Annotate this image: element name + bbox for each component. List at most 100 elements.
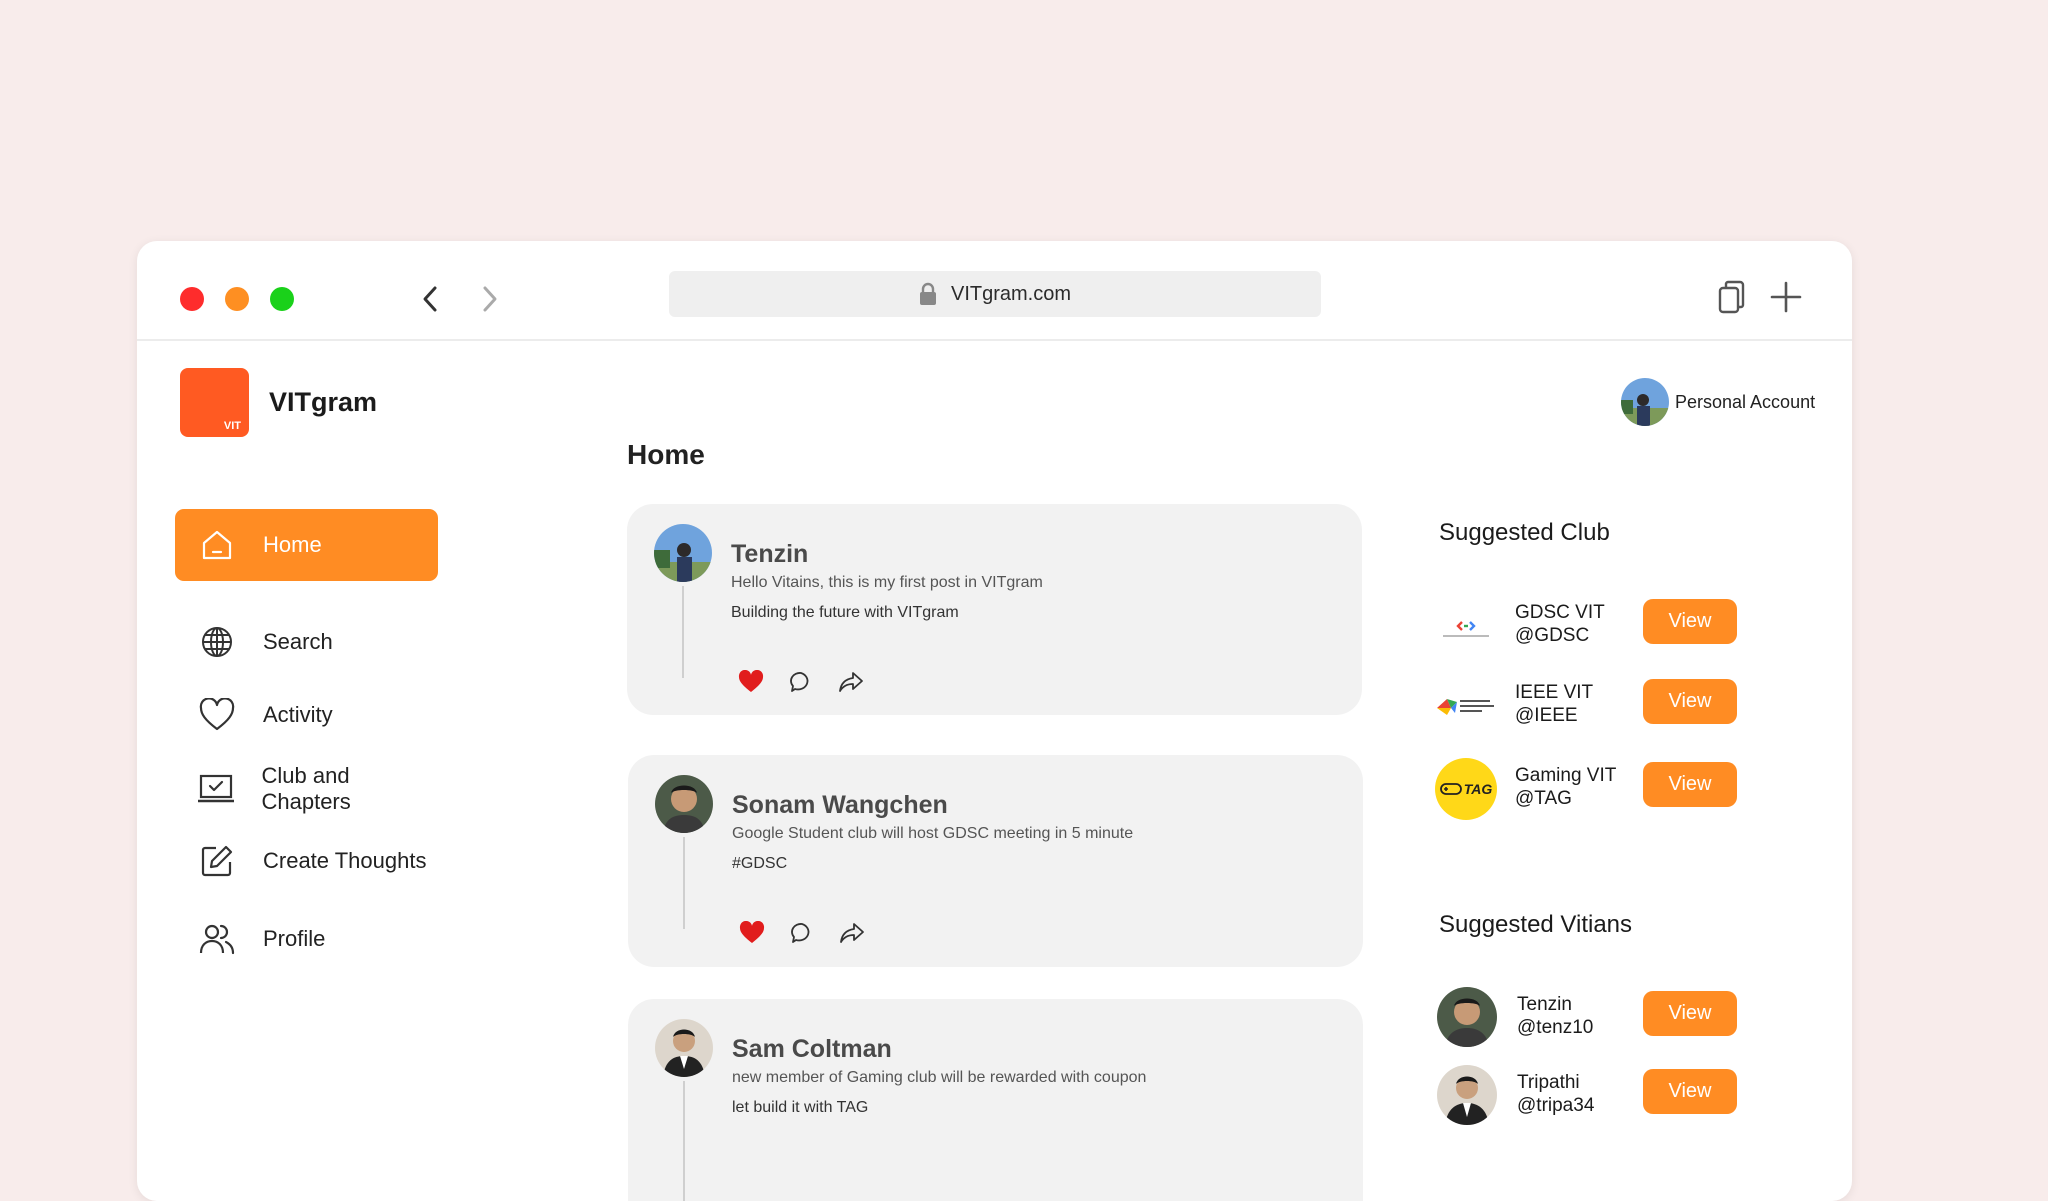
sidebar-item-search[interactable]: Search — [175, 606, 438, 678]
suggested-vitian-item: Tripathi @tripa34 View — [1437, 1065, 1737, 1125]
club-handle: @TAG — [1515, 788, 1572, 809]
post-text: Hello Vitains, this is my first post in … — [731, 574, 1043, 591]
post-text: Google Student club will host GDSC meeti… — [732, 825, 1134, 842]
comment-button[interactable] — [787, 668, 815, 696]
avatar — [1437, 987, 1497, 1047]
avatar — [1621, 378, 1669, 426]
like-button[interactable] — [737, 668, 765, 696]
club-name: IEEE VIT — [1515, 682, 1594, 703]
avatar[interactable] — [655, 775, 713, 833]
sidebar-item-club-and-chapters[interactable]: Club and Chapters — [175, 753, 438, 825]
chevron-right-icon — [483, 286, 497, 312]
post-author[interactable]: Sonam Wangchen — [732, 791, 948, 820]
heart-filled-icon — [739, 921, 765, 943]
edit-icon — [197, 841, 237, 881]
sidebar-item-label: Home — [263, 532, 322, 557]
suggested-club-item: GDSC VIT @GDSC View — [1435, 595, 1737, 651]
thread-line — [683, 1081, 685, 1201]
forward-button[interactable] — [470, 279, 510, 319]
brand-name: VITgram — [269, 387, 378, 417]
view-button[interactable]: View — [1643, 762, 1737, 807]
vitian-name: Tripathi — [1517, 1072, 1580, 1093]
post-author[interactable]: Tenzin — [731, 540, 808, 569]
home-icon — [197, 525, 237, 565]
club-handle: @IEEE — [1515, 705, 1578, 726]
post-card: Tenzin Hello Vitains, this is my first p… — [627, 504, 1362, 715]
sidebar-item-home[interactable]: Home — [175, 509, 438, 581]
url-text: VITgram.com — [950, 282, 1072, 305]
vitian-name: Tenzin — [1517, 994, 1572, 1015]
vitian-handle: @tripa34 — [1517, 1095, 1595, 1116]
logo-text: VIT — [223, 420, 241, 432]
avatar[interactable] — [654, 524, 712, 582]
personal-account-menu[interactable]: Personal Account — [1621, 378, 1815, 426]
lock-icon — [919, 282, 936, 305]
chevron-left-icon — [423, 286, 437, 312]
view-button[interactable]: View — [1643, 599, 1737, 644]
sidebar-item-label: Profile — [263, 926, 326, 951]
gdsc-logo — [1435, 595, 1497, 657]
page-title: Home — [627, 439, 705, 470]
sidebar-item-label: Create Thoughts — [263, 848, 427, 873]
post-card: Sonam Wangchen Google Student club will … — [628, 755, 1363, 967]
like-button[interactable] — [738, 919, 766, 947]
sidebar-item-activity[interactable]: Activity — [175, 679, 438, 751]
sidebar-item-profile[interactable]: Profile — [175, 903, 438, 975]
post-subtext: #GDSC — [732, 855, 788, 872]
new-tab-button[interactable] — [1764, 275, 1808, 319]
address-bar[interactable]: VITgram.com — [669, 271, 1321, 317]
avatar[interactable] — [655, 1019, 713, 1077]
copy-tabs-icon — [1718, 280, 1745, 314]
tag-logo-text: TAG — [1463, 781, 1493, 797]
tabs-overview-button[interactable] — [1710, 275, 1754, 319]
share-button[interactable] — [838, 919, 866, 947]
post-text: new member of Gaming club will be reward… — [732, 1069, 1147, 1086]
back-button[interactable] — [410, 279, 450, 319]
club-handle: @GDSC — [1515, 625, 1590, 646]
suggested-vitian-item: Tenzin @tenz10 View — [1437, 987, 1737, 1047]
sidebar-item-label: Activity — [263, 702, 333, 727]
post-author[interactable]: Sam Coltman — [732, 1035, 892, 1064]
share-icon — [840, 923, 864, 943]
heart-icon — [197, 695, 237, 735]
vitian-handle: @tenz10 — [1517, 1017, 1594, 1038]
sidebar-item-create-thoughts[interactable]: Create Thoughts — [175, 825, 438, 897]
thread-line — [683, 837, 685, 929]
account-label: Personal Account — [1675, 391, 1816, 412]
close-window-button[interactable] — [180, 287, 204, 311]
laptop-check-icon — [197, 769, 235, 809]
share-button[interactable] — [837, 668, 865, 696]
heart-filled-icon — [738, 670, 764, 692]
comment-icon — [790, 672, 809, 692]
thread-line — [682, 586, 684, 678]
ieee-logo — [1435, 675, 1497, 737]
suggested-club-item: TAG Gaming VIT @TAG View — [1435, 758, 1737, 820]
suggested-club-title: Suggested Club — [1439, 519, 1610, 546]
view-button[interactable]: View — [1643, 1069, 1737, 1114]
club-name: GDSC VIT — [1515, 602, 1605, 623]
comment-icon — [791, 923, 810, 943]
maximize-window-button[interactable] — [270, 287, 294, 311]
browser-window: VITgram.com VIT VITgram Personal Account… — [137, 241, 1852, 1201]
suggested-vitians-title: Suggested Vitians — [1439, 911, 1633, 938]
avatar — [1437, 1065, 1497, 1125]
browser-toolbar: VITgram.com — [137, 241, 1852, 341]
app-logo[interactable]: VIT — [180, 368, 249, 437]
users-icon — [197, 919, 237, 959]
sidebar-item-label: Search — [263, 629, 333, 654]
plus-icon — [1770, 281, 1802, 313]
share-icon — [839, 672, 863, 692]
post-subtext: Building the future with VITgram — [731, 604, 959, 621]
view-button[interactable]: View — [1643, 991, 1737, 1036]
comment-button[interactable] — [788, 919, 816, 947]
club-name: Gaming VIT — [1515, 765, 1617, 786]
post-card: Sam Coltman new member of Gaming club wi… — [628, 999, 1363, 1201]
view-button[interactable]: View — [1643, 679, 1737, 724]
tag-logo: TAG — [1435, 758, 1497, 820]
globe-icon — [197, 622, 237, 662]
sidebar-item-label: Club and Chapters — [261, 763, 351, 814]
gamepad-icon — [1439, 783, 1462, 795]
post-subtext: let build it with TAG — [732, 1099, 869, 1116]
minimize-window-button[interactable] — [225, 287, 249, 311]
suggested-club-item: IEEE VIT @IEEE View — [1435, 675, 1737, 731]
